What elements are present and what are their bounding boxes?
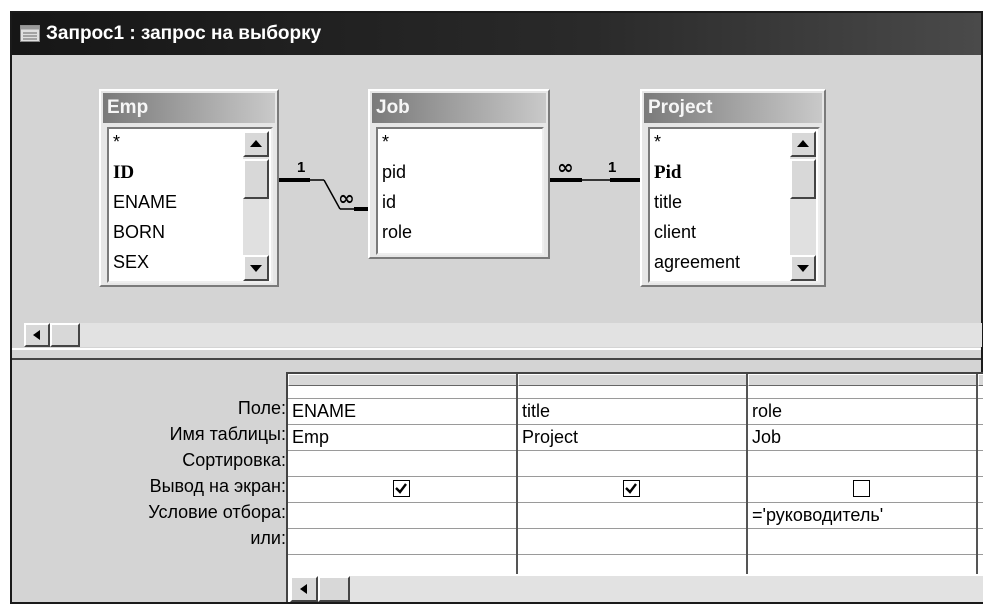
show-checkbox[interactable]: [393, 480, 410, 497]
checkbox-checked-icon: [395, 483, 407, 494]
pane-splitter[interactable]: [12, 348, 981, 360]
row-label-table: Имя таблицы:: [169, 424, 286, 444]
grid-cell-table[interactable]: Emp: [292, 427, 329, 448]
title-bar[interactable]: Запрос1 : запрос на выборку: [12, 13, 981, 55]
diagram-horizontal-scrollbar[interactable]: [24, 323, 982, 347]
column-selector[interactable]: [518, 374, 748, 386]
relationship-many-label: ∞: [338, 186, 355, 210]
row-label-field: Поле:: [237, 398, 286, 418]
grid-horizontal-scrollbar[interactable]: [290, 576, 983, 602]
row-label-show: Вывод на экран:: [149, 476, 286, 496]
relationship-many-label: ∞: [557, 155, 574, 179]
row-label-sort: Сортировка:: [182, 450, 286, 470]
query-window-icon: [20, 25, 40, 42]
relationship-lines: 1 ∞ ∞ 1: [279, 155, 640, 211]
column-selector[interactable]: [978, 374, 983, 386]
show-checkbox[interactable]: [623, 480, 640, 497]
column-selector[interactable]: [288, 374, 518, 386]
relationship-one-label: 1: [297, 159, 305, 176]
row-label-criteria: Условие отбора:: [148, 502, 286, 522]
grid-cell-field[interactable]: ENAME: [292, 401, 356, 422]
checkbox-unchecked-icon: [854, 481, 868, 495]
relationship-one-label: 1: [608, 159, 616, 176]
grid-cell-criteria[interactable]: ='руководитель': [752, 505, 883, 526]
grid-cell-field[interactable]: role: [752, 401, 782, 422]
scroll-left-arrow-icon: [300, 584, 307, 594]
scroll-thumb[interactable]: [50, 323, 80, 347]
scroll-left-button[interactable]: [24, 323, 50, 347]
design-grid-pane: Поле: Имя таблицы: Сортировка: Вывод на …: [12, 360, 983, 602]
window-title: Запрос1 : запрос на выборку: [46, 23, 322, 44]
grid-cell-table[interactable]: Job: [752, 427, 781, 448]
scroll-left-button[interactable]: [290, 576, 318, 602]
show-checkbox[interactable]: [853, 480, 870, 497]
checkbox-checked-icon: [625, 483, 637, 494]
column-selector[interactable]: [748, 374, 978, 386]
grid-cell-field[interactable]: title: [522, 401, 550, 422]
query-design-grid: ENAME Emp title Project role Job ='руков…: [286, 372, 983, 602]
scroll-left-arrow-icon: [33, 330, 40, 340]
row-label-or: или:: [250, 528, 286, 548]
table-diagram-pane: Emp * ID ENAME BORN SEX Job * pid id rol…: [12, 55, 982, 351]
grid-cell-table[interactable]: Project: [522, 427, 578, 448]
query-window: Запрос1 : запрос на выборку Emp * ID ENA…: [10, 11, 983, 604]
scroll-thumb[interactable]: [318, 576, 350, 602]
